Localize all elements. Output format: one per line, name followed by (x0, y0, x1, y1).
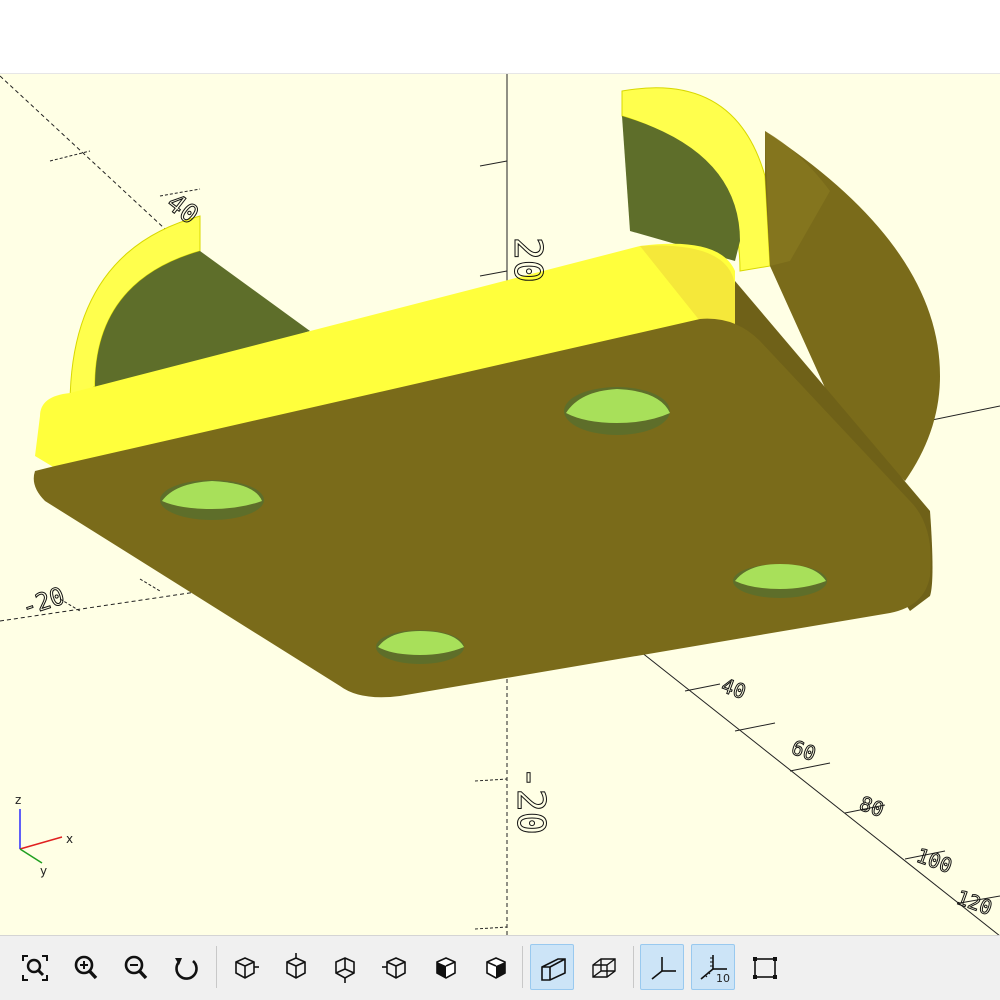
gizmo-z-label: z (15, 793, 21, 807)
z-label-negative: -20 (509, 766, 553, 835)
orthogonal-icon (592, 958, 616, 978)
view-top-icon (286, 953, 306, 979)
view-left-icon (382, 957, 406, 979)
axes-icon (651, 957, 676, 980)
zoom-in-button[interactable] (63, 944, 107, 990)
viewport-canvas: 20 -20 40 -20 40 60 80 100 120 z x y (0, 74, 1000, 936)
gizmo-x-label: x (66, 832, 73, 846)
show-edges-button[interactable] (742, 944, 786, 990)
view-front-icon (436, 957, 456, 979)
view-top-button[interactable] (273, 944, 317, 990)
gizmo-y-label: y (40, 864, 47, 878)
x-tick-label-5: 120 (953, 885, 995, 920)
orthogonal-button[interactable] (581, 944, 625, 990)
reset-view-icon (175, 958, 198, 980)
scale-markers-badge: 10 (716, 972, 730, 985)
x-tick-label-2: 60 (788, 735, 819, 766)
view-left-button[interactable] (373, 944, 417, 990)
zoom-out-button[interactable] (113, 944, 157, 990)
view-back-icon (486, 957, 506, 979)
openscad-window: 20 -20 40 -20 40 60 80 100 120 z x y 10 (0, 0, 1000, 1000)
view-right-button[interactable] (222, 944, 266, 990)
show-axes-button[interactable] (640, 944, 684, 990)
toolbar-separator (216, 946, 217, 988)
zoom-out-icon (124, 955, 148, 980)
view-bottom-button[interactable] (322, 944, 366, 990)
view-toolbar: 10 (0, 935, 1000, 1000)
perspective-button[interactable] (530, 944, 574, 990)
toolbar-separator (633, 946, 634, 988)
top-blank-area (0, 0, 1000, 73)
view-bottom-icon (335, 957, 355, 983)
model-part (33, 87, 940, 698)
perspective-icon (541, 958, 566, 981)
zoom-in-icon (74, 955, 98, 980)
view-front-button[interactable] (423, 944, 467, 990)
x-label-negative: -20 (18, 582, 68, 622)
3d-viewport[interactable]: 20 -20 40 -20 40 60 80 100 120 z x y (0, 73, 1000, 936)
toolbar-separator (522, 946, 523, 988)
edges-icon (753, 957, 777, 979)
view-back-button[interactable] (473, 944, 517, 990)
axis-gizmo: z x y (15, 793, 73, 878)
reset-view-button[interactable] (163, 944, 207, 990)
x-tick-label-3: 80 (856, 791, 887, 822)
x-tick-label-1: 40 (718, 673, 749, 704)
view-all-button[interactable] (12, 944, 56, 990)
show-scale-markers-button[interactable]: 10 (691, 944, 735, 990)
zoom-fit-icon (22, 955, 48, 981)
z-label-positive: 20 (506, 237, 550, 283)
view-right-icon (235, 957, 259, 979)
